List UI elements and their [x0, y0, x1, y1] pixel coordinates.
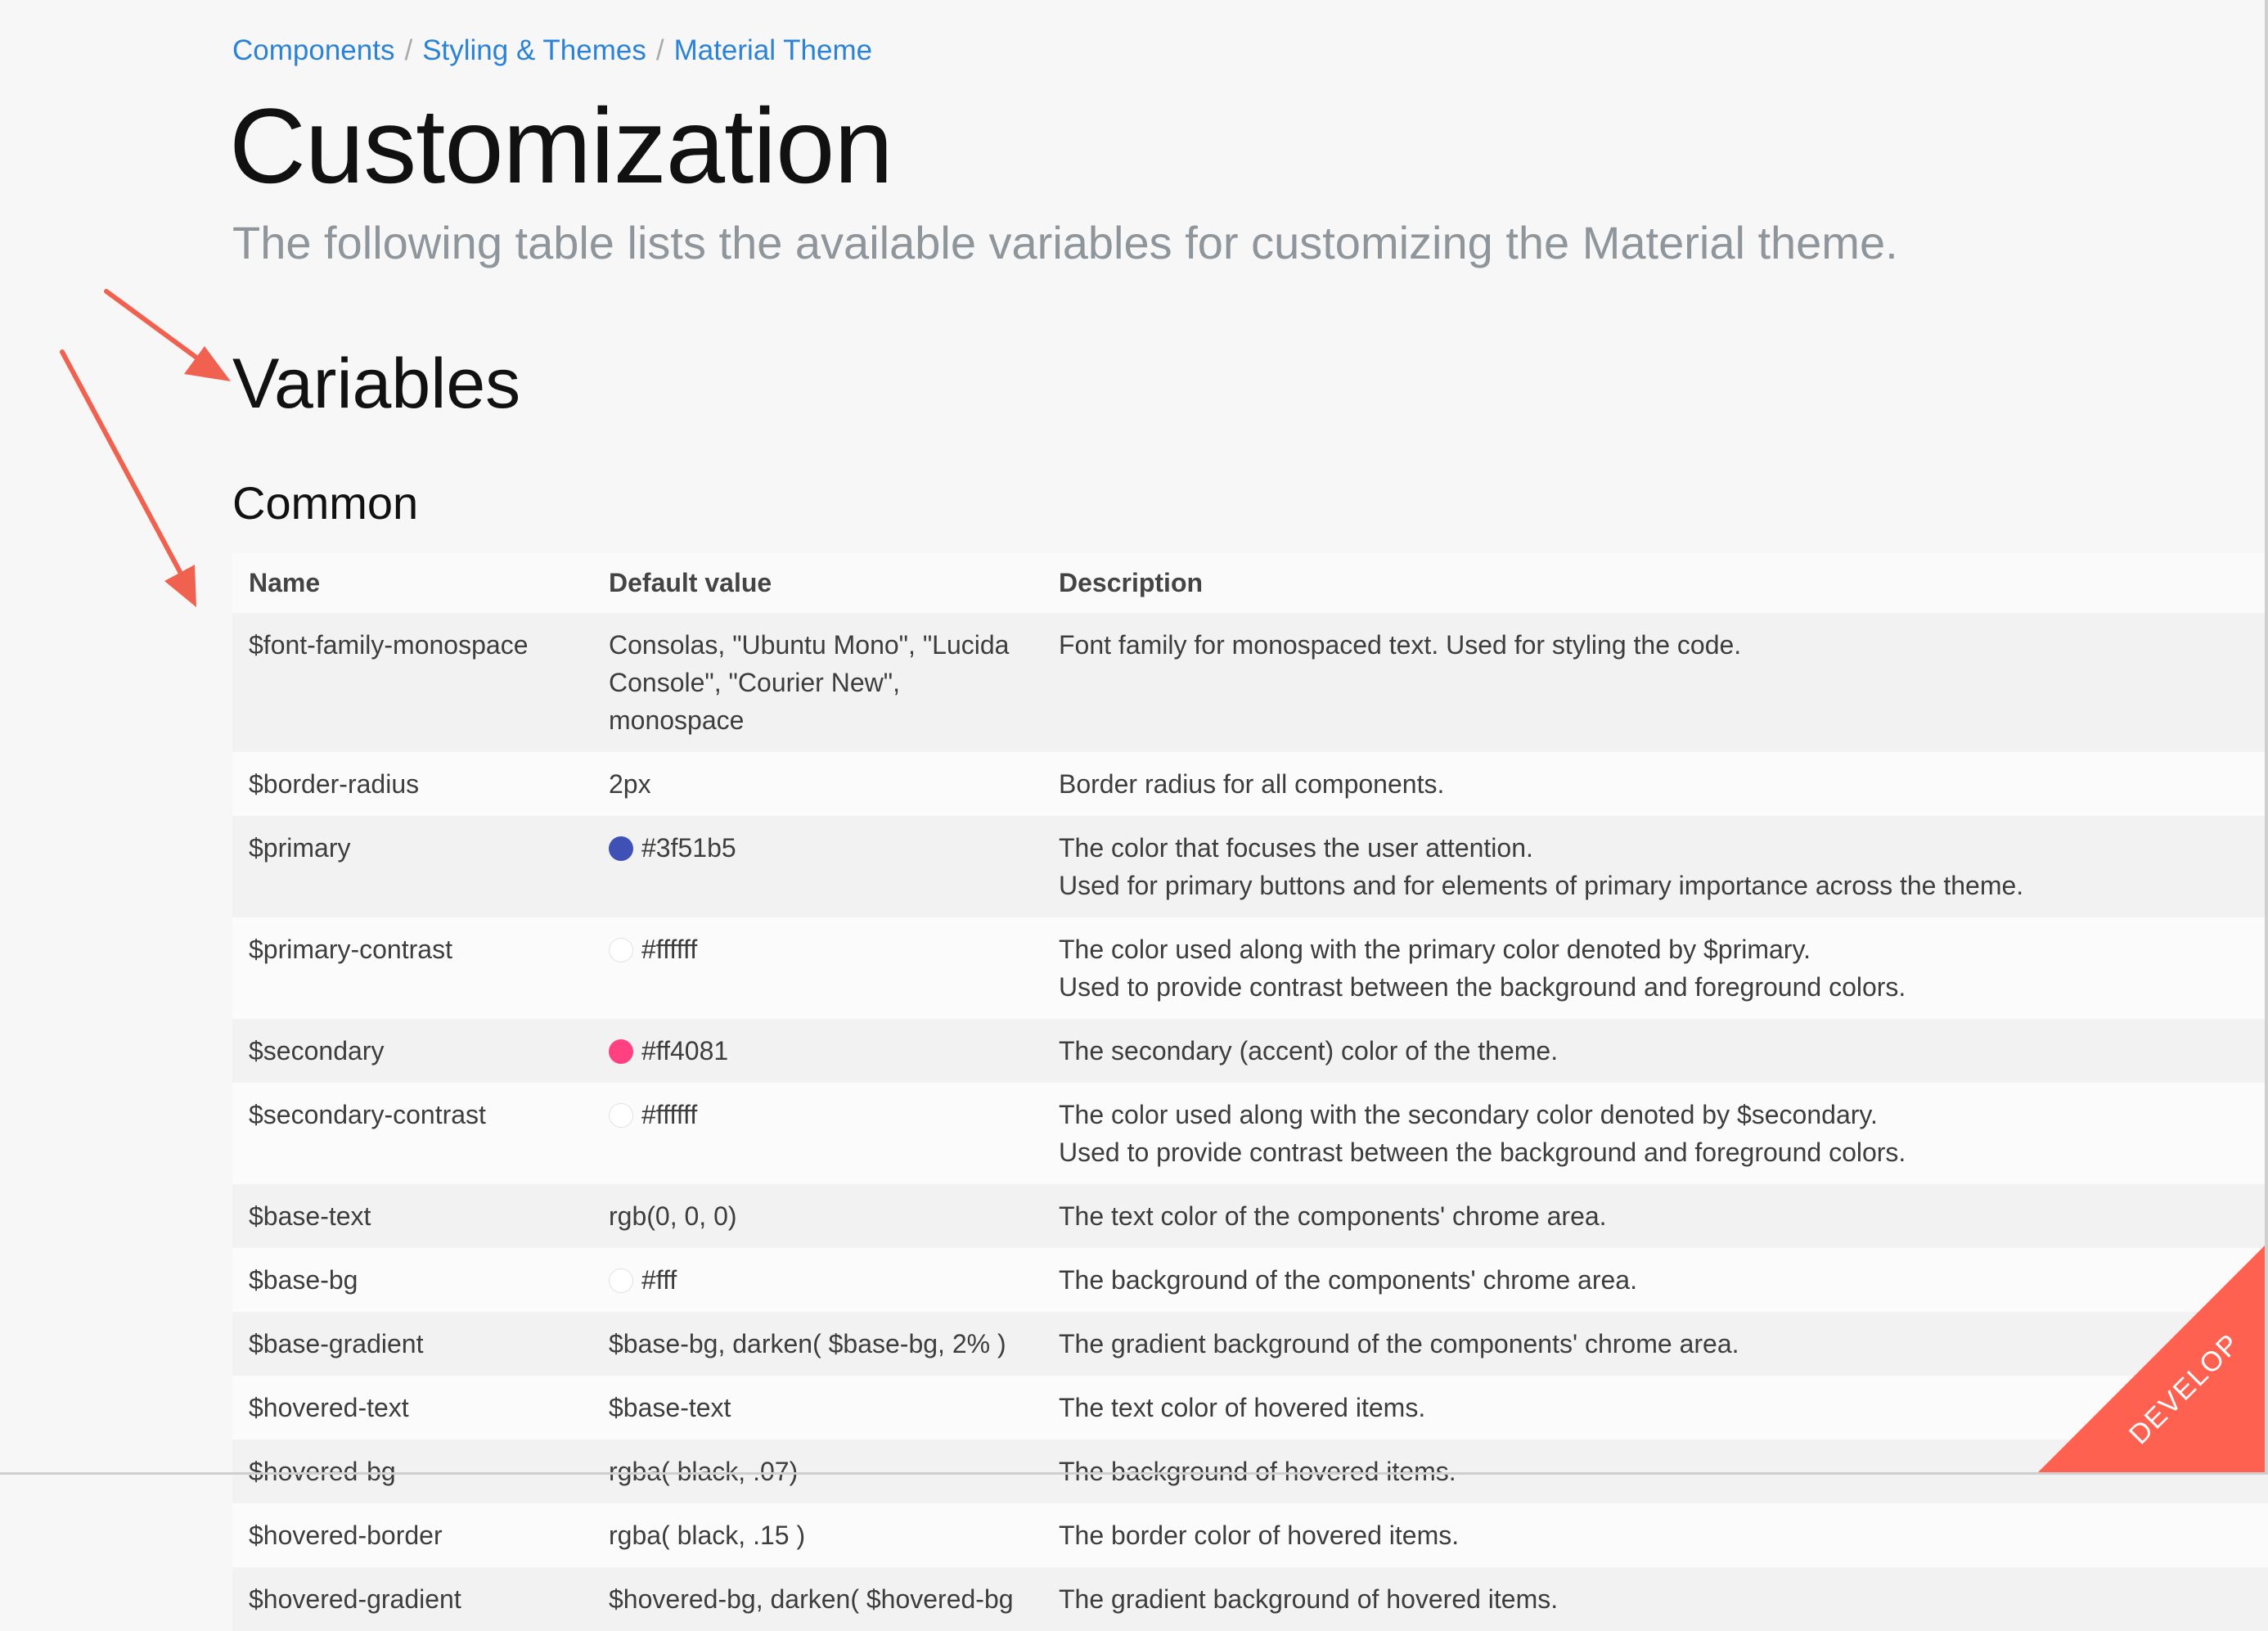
variable-default-value: 2px	[609, 769, 651, 799]
docs-page: Components / Styling & Themes / Material The…	[0, 0, 2268, 1631]
table-row: $primary-contrast #ffffff The color used a…	[232, 917, 2268, 1019]
variable-name: $base-gradient	[249, 1329, 424, 1358]
variable-default-cell: rgb(0, 0, 0)	[592, 1184, 1042, 1248]
variable-description: The border color of hovered items.	[1042, 1503, 2268, 1567]
develop-ribbon: DEVELOP	[2037, 1244, 2266, 1473]
description-line: Used to provide contrast between the bac…	[1059, 972, 1906, 1002]
variable-default-cell: #3f51b5	[592, 816, 1042, 917]
variable-default-cell: $hovered-bg, darken( $hovered-bg	[592, 1567, 1042, 1631]
color-swatch-icon	[609, 1039, 633, 1064]
variable-default-cell: rgba( black, .15 )	[592, 1503, 1042, 1567]
variable-name: $border-radius	[249, 769, 420, 799]
breadcrumb-link-material-theme[interactable]: Material Theme	[674, 34, 873, 66]
variable-default-cell: #fff	[592, 1248, 1042, 1312]
description-line: The gradient background of hovered items…	[1059, 1584, 1559, 1614]
variable-name: $primary	[249, 833, 351, 863]
variables-table: Name Default value Description $font-fam…	[232, 553, 2268, 1631]
variable-default-value: #ffffff	[641, 935, 698, 964]
variable-default-cell: $base-bg, darken( $base-bg, 2% )	[592, 1312, 1042, 1376]
description-line: Border radius for all components.	[1059, 769, 1445, 799]
table-row: $hovered-bg rgba( black, .07) The backgrou…	[232, 1440, 2268, 1503]
variable-default-value: $hovered-bg, darken( $hovered-bg	[609, 1584, 1014, 1614]
table-row: $border-radius 2px Border radius for all c…	[232, 752, 2268, 816]
page-title: Customization	[229, 86, 893, 205]
breadcrumb-separator: /	[655, 34, 664, 66]
variable-default-value: $base-text	[609, 1393, 731, 1422]
variable-description: The secondary (accent) color of the them…	[1042, 1019, 2268, 1083]
annotation-arrows	[60, 289, 231, 607]
description-line: The color used along with the primary co…	[1059, 935, 1811, 964]
variable-description: The gradient background of hovered items…	[1042, 1567, 2268, 1631]
color-swatch-icon	[609, 938, 633, 962]
variable-default-value: #ff4081	[641, 1036, 729, 1066]
variable-default-value: rgba( black, .07)	[609, 1457, 799, 1486]
variable-default-value: rgba( black, .15 )	[609, 1521, 806, 1550]
table-row: $secondary-contrast #ffffff The color used…	[232, 1083, 2268, 1184]
variable-default-cell: rgba( black, .07)	[592, 1440, 1042, 1503]
variable-name: $hovered-border	[249, 1521, 443, 1550]
variable-default-value: #fff	[641, 1265, 677, 1295]
description-line: The border color of hovered items.	[1059, 1521, 1460, 1550]
variable-default-cell: Consolas, "Ubuntu Mono", "Lucida Console…	[592, 613, 1042, 752]
table-row: $font-family-monospace Consolas, "Ubuntu …	[232, 613, 2268, 752]
variable-default-cell: #ffffff	[592, 917, 1042, 1019]
description-line: Used for primary buttons and for element…	[1059, 871, 2024, 900]
table-row: $base-bg #fff The background of the compon…	[232, 1248, 2268, 1312]
table-row: $hovered-gradient $hovered-bg, darken( $h…	[232, 1567, 2268, 1631]
table-row: $base-text rgb(0, 0, 0) The text color of …	[232, 1184, 2268, 1248]
description-line: Font family for monospaced text. Used fo…	[1059, 630, 1742, 660]
breadcrumb-link-styling-themes[interactable]: Styling & Themes	[422, 34, 646, 66]
variable-default-cell: 2px	[592, 752, 1042, 816]
table-row: $primary #3f51b5 The color that focuses th…	[232, 816, 2268, 917]
variable-default-value: Consolas, "Ubuntu Mono", "Lucida Console…	[609, 630, 1010, 735]
table-header-row: Name Default value Description	[232, 553, 2268, 613]
variable-description: Border radius for all components.	[1042, 752, 2268, 816]
table-row: $base-gradient $base-bg, darken( $base-bg…	[232, 1312, 2268, 1376]
variable-default-value: $base-bg, darken( $base-bg, 2% )	[609, 1329, 1006, 1358]
variable-name: $primary-contrast	[249, 935, 452, 964]
description-line: Used to provide contrast between the bac…	[1059, 1138, 1906, 1167]
color-swatch-icon	[609, 1268, 633, 1293]
variable-default-cell: #ffffff	[592, 1083, 1042, 1184]
variable-default-value: #ffffff	[641, 1100, 698, 1129]
color-swatch-icon	[609, 1103, 633, 1128]
variable-description: The text color of the components' chrome…	[1042, 1184, 2268, 1248]
variable-name: $hovered-gradient	[249, 1584, 461, 1614]
variable-name: $hovered-text	[249, 1393, 409, 1422]
variable-default-cell: $base-text	[592, 1376, 1042, 1440]
description-line: The color that focuses the user attentio…	[1059, 833, 1533, 863]
variable-description: The color used along with the secondary …	[1042, 1083, 2268, 1184]
variable-name: $base-bg	[249, 1265, 358, 1295]
variable-name: $secondary-contrast	[249, 1100, 486, 1129]
table-row: $secondary #ff4081 The secondary (accent) …	[232, 1019, 2268, 1083]
table-row: $hovered-text $base-text The text color of…	[232, 1376, 2268, 1440]
variable-default-value: rgb(0, 0, 0)	[609, 1201, 737, 1231]
table-body: $font-family-monospace Consolas, "Ubuntu …	[232, 613, 2268, 1631]
arrow-to-table	[60, 349, 196, 607]
window-right-edge	[2265, 0, 2268, 1475]
variable-name: $secondary	[249, 1036, 385, 1066]
variable-description: Font family for monospaced text. Used fo…	[1042, 613, 2268, 752]
description-line: The color used along with the secondary …	[1059, 1100, 1878, 1129]
description-line: The secondary (accent) color of the them…	[1059, 1036, 1559, 1066]
variable-default-value: #3f51b5	[641, 833, 736, 863]
page-lead: The following table lists the available …	[232, 217, 1898, 268]
variable-name: $hovered-bg	[249, 1457, 396, 1486]
column-header-description: Description	[1059, 568, 1204, 597]
variable-name: $base-text	[249, 1201, 371, 1231]
arrow-to-variables-heading	[104, 289, 231, 381]
description-line: The text color of the components' chrome…	[1059, 1201, 1607, 1231]
color-swatch-icon	[609, 836, 633, 861]
variable-description: The color that focuses the user attentio…	[1042, 816, 2268, 917]
table-row: $hovered-border rgba( black, .15 ) The bor…	[232, 1503, 2268, 1567]
breadcrumb: Components / Styling & Themes / Material The…	[232, 34, 872, 67]
breadcrumb-separator: /	[404, 34, 413, 66]
variable-description: The color used along with the primary co…	[1042, 917, 2268, 1019]
variable-default-cell: #ff4081	[592, 1019, 1042, 1083]
column-header-default-value: Default value	[609, 568, 772, 597]
